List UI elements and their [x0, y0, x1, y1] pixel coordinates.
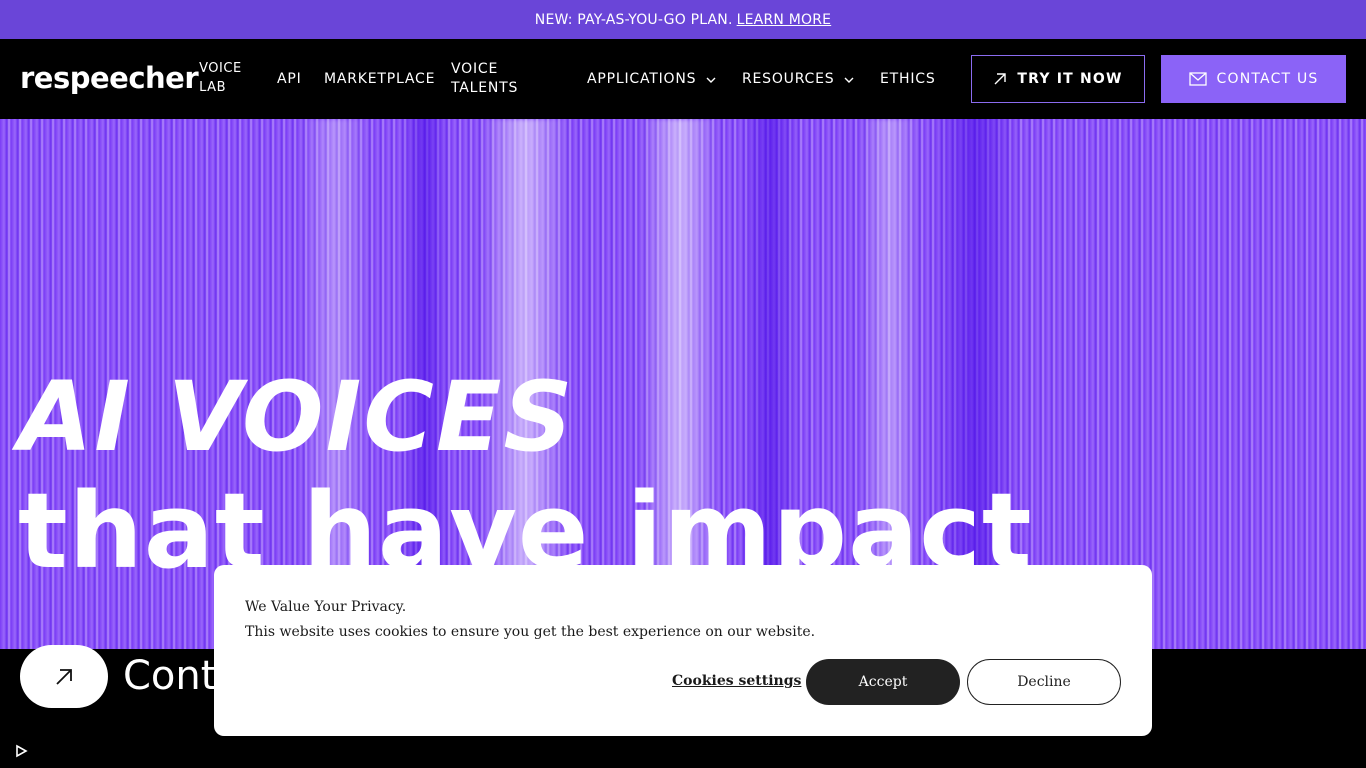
logo-sub-line-2: LAB	[199, 80, 226, 95]
nav-applications[interactable]: APPLICATIONS	[587, 70, 716, 89]
announcement-bar: NEW: PAY-AS-YOU-GO PLAN. LEARN MORE	[0, 0, 1366, 39]
mail-icon	[1188, 72, 1207, 86]
nav-resources-label: RESOURCES	[742, 71, 835, 87]
nav-ethics[interactable]: ETHICS	[880, 70, 936, 89]
learn-more-link[interactable]: LEARN MORE	[737, 12, 832, 28]
contact-us-label: CONTACT US	[1216, 71, 1319, 87]
logo[interactable]: respeecher VOICE LAB	[20, 61, 242, 97]
accept-button[interactable]: Accept	[806, 659, 960, 705]
nav-voice-talents-line-1: VOICE	[451, 61, 499, 77]
chevron-down-icon	[706, 77, 716, 83]
logo-subtitle: VOICE LAB	[199, 59, 242, 97]
cookie-banner: We Value Your Privacy. This website uses…	[214, 565, 1152, 736]
arrow-up-right-icon	[994, 73, 1007, 85]
try-it-now-label: TRY IT NOW	[1017, 71, 1123, 87]
hero-title-line-1: AI VOICES	[18, 361, 575, 473]
arrow-up-right-icon	[56, 668, 72, 685]
cookie-description: This website uses cookies to ensure you …	[245, 624, 816, 640]
try-it-now-button[interactable]: TRY IT NOW	[971, 55, 1145, 103]
cookie-title: We Value Your Privacy.	[245, 599, 407, 615]
nav-voice-talents-line-2: TALENTS	[451, 80, 519, 96]
nav-resources[interactable]: RESOURCES	[742, 70, 854, 89]
nav-api[interactable]: API	[277, 70, 302, 89]
cookies-settings-link[interactable]: Cookies settings	[672, 673, 801, 689]
logo-wordmark: respeecher	[20, 61, 199, 95]
play-icon[interactable]	[14, 744, 28, 758]
contact-circle-button[interactable]	[20, 645, 108, 708]
nav-marketplace[interactable]: MARKETPLACE	[324, 70, 435, 89]
main-nav: respeecher VOICE LAB API MARKETPLACE VOI…	[0, 39, 1366, 119]
nav-voice-talents[interactable]: VOICE TALENTS	[451, 60, 518, 98]
contact-us-button[interactable]: CONTACT US	[1161, 55, 1346, 103]
nav-applications-label: APPLICATIONS	[587, 71, 697, 87]
chevron-down-icon	[844, 77, 854, 83]
announcement-text: NEW: PAY-AS-YOU-GO PLAN.	[534, 11, 733, 28]
decline-button[interactable]: Decline	[967, 659, 1121, 705]
logo-sub-line-1: VOICE	[199, 61, 242, 76]
